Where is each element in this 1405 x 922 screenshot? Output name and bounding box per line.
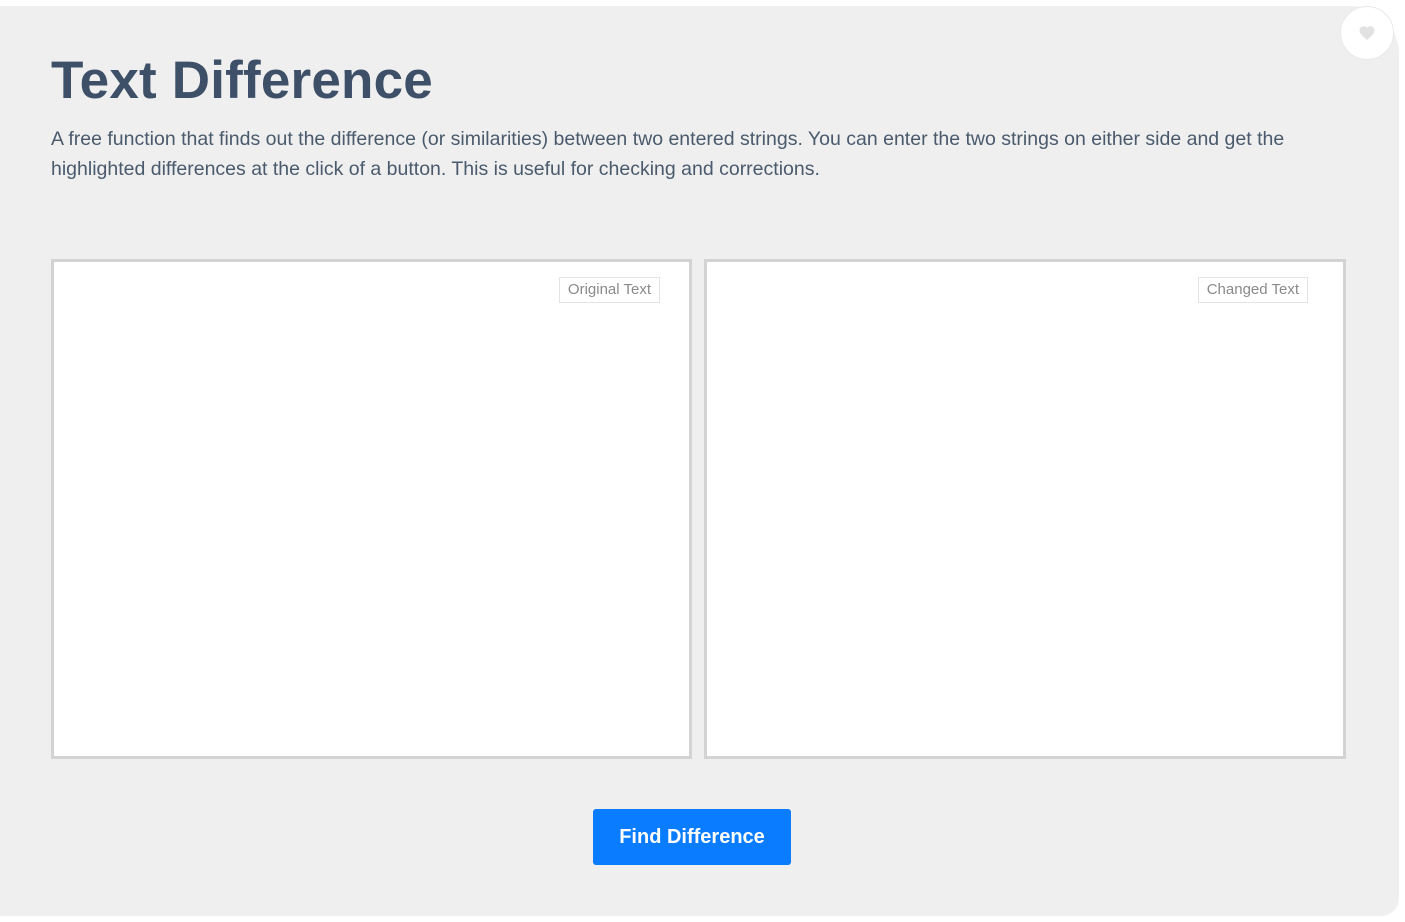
find-difference-button[interactable]: Find Difference (593, 809, 791, 865)
original-text-panel: Original Text (51, 259, 692, 759)
page-description: A free function that finds out the diffe… (51, 128, 1285, 180)
changed-text-label: Changed Text (1197, 277, 1308, 303)
original-text-label: Original Text (558, 277, 660, 303)
original-text-input[interactable] (54, 262, 689, 756)
changed-text-panel: Changed Text (704, 259, 1346, 759)
favorite-button[interactable] (1340, 6, 1394, 60)
page-title: Text Difference (51, 51, 433, 110)
changed-text-input[interactable] (707, 262, 1343, 756)
heart-icon (1359, 26, 1375, 41)
